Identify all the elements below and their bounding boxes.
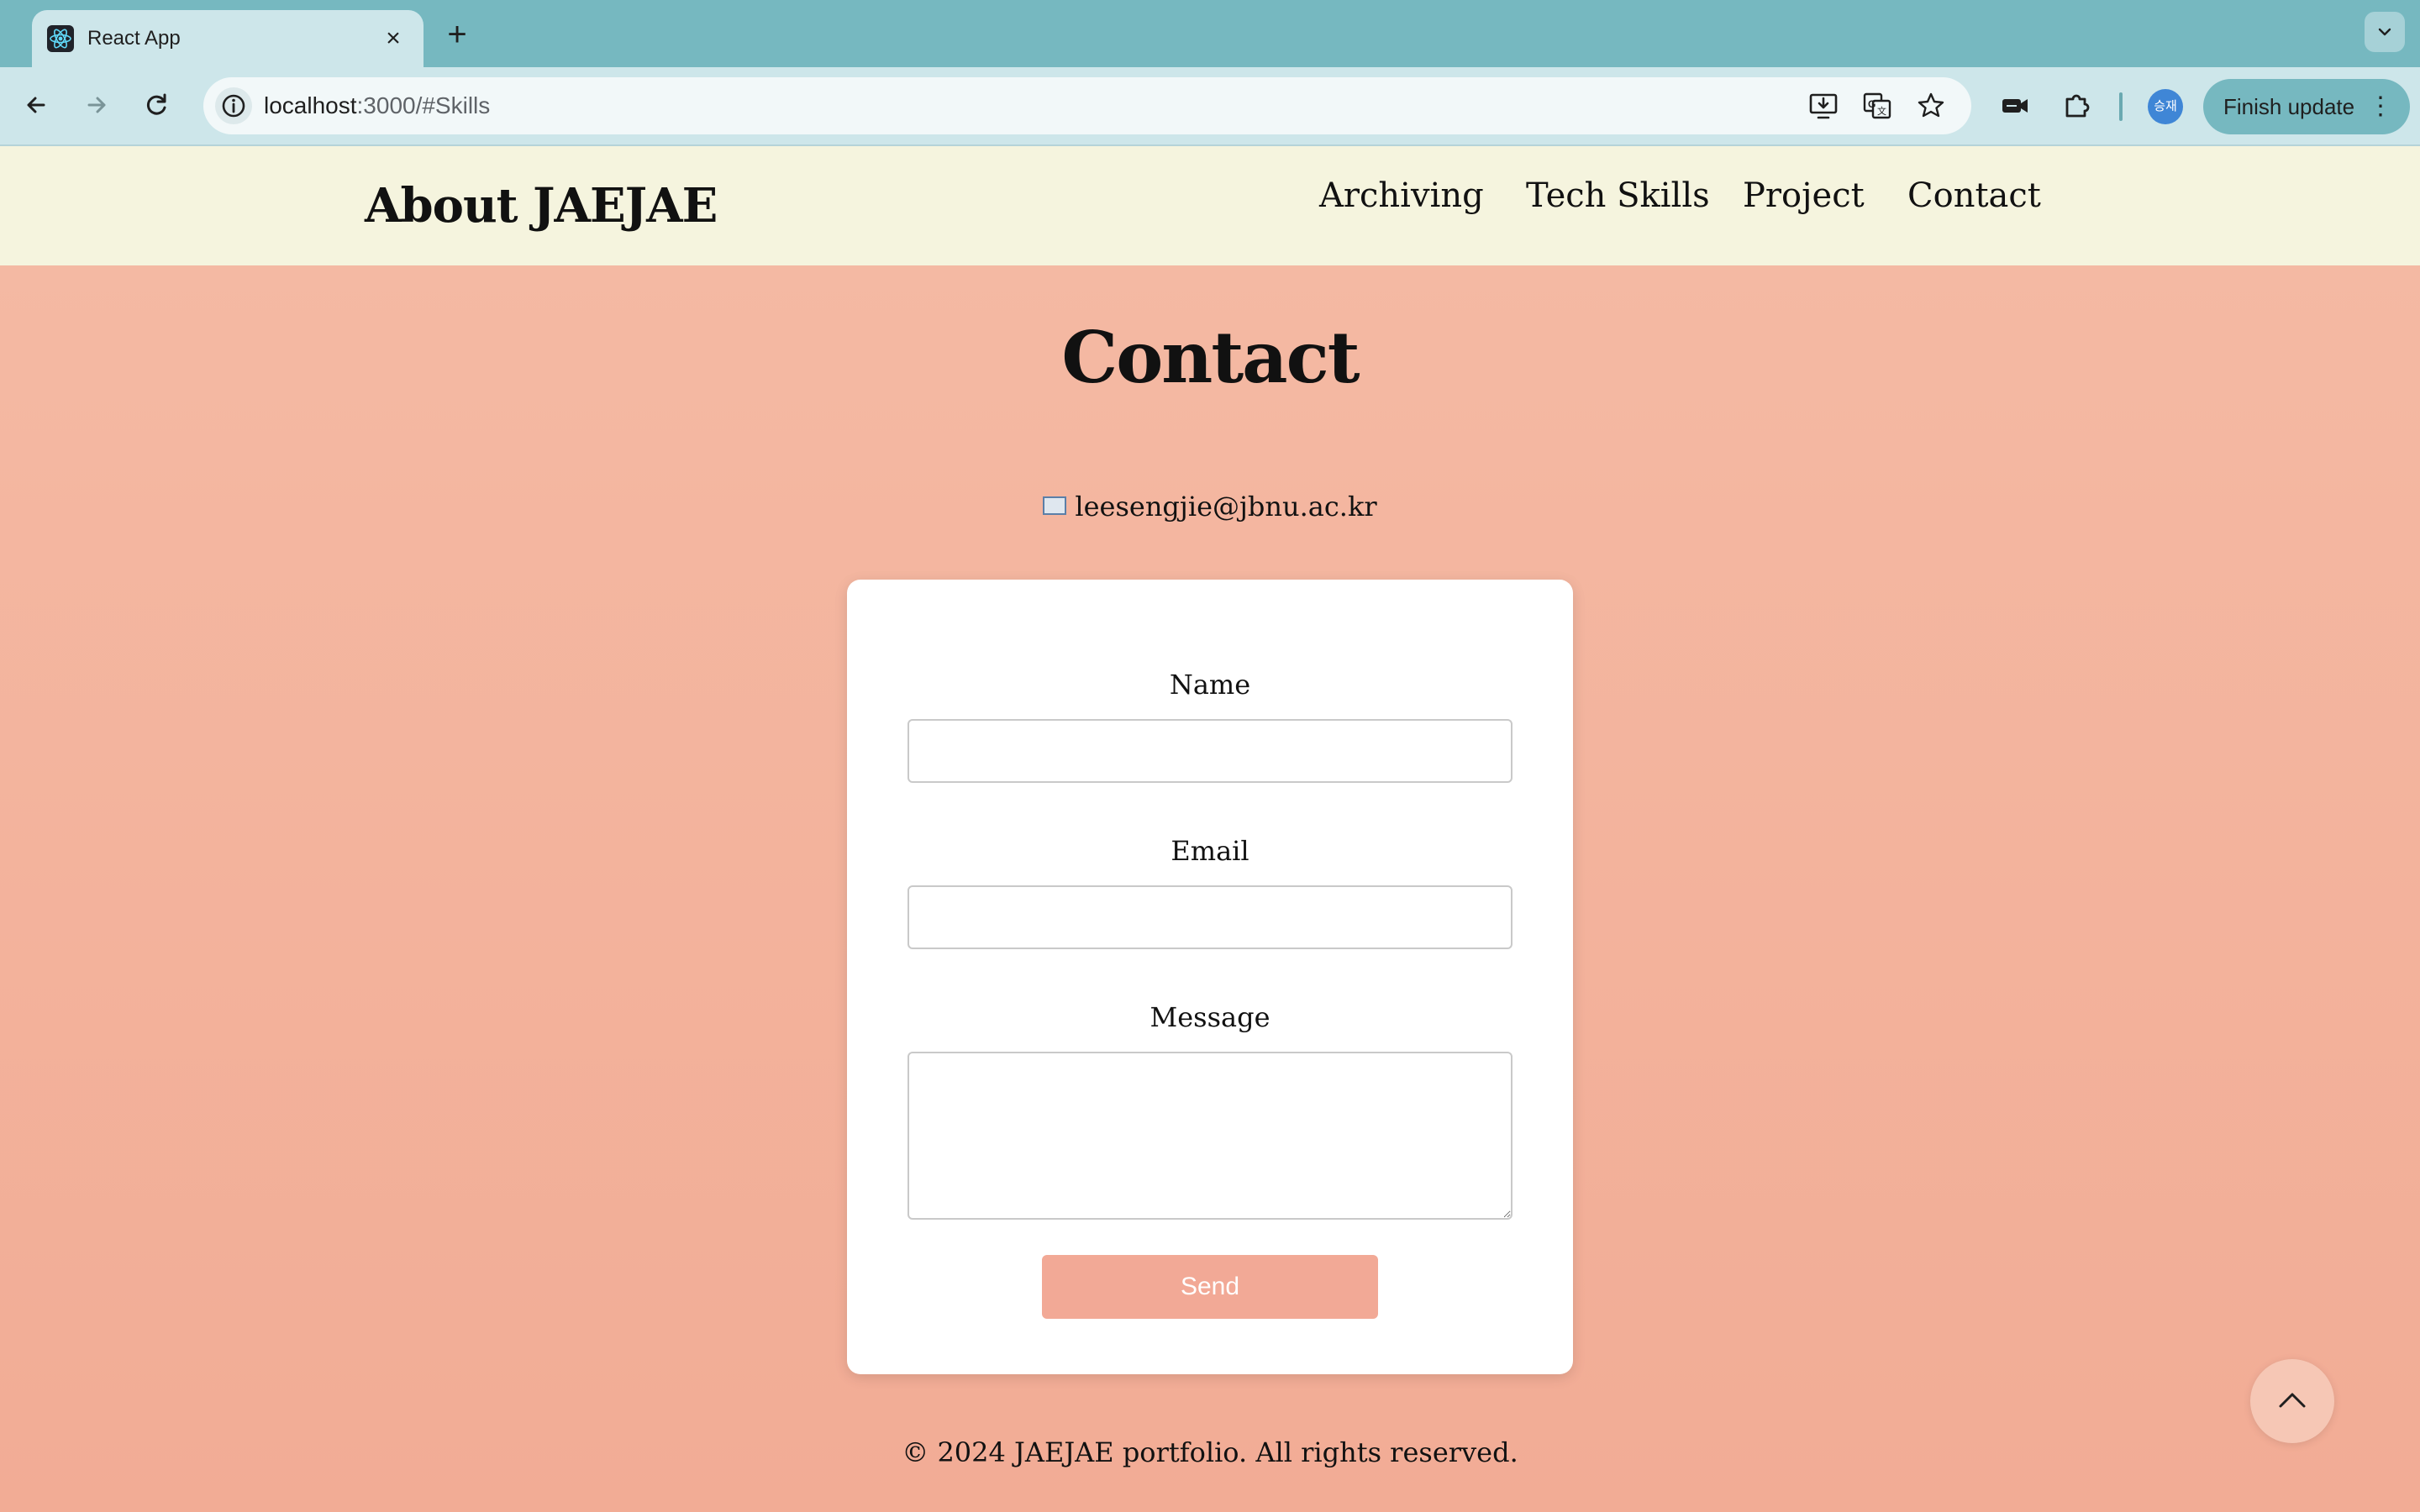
message-textarea[interactable] xyxy=(908,1052,1512,1220)
contact-section: Contact leesengjie@jbnu.ac.kr Name Email… xyxy=(0,265,2420,1512)
finish-update-button[interactable]: Finish update ⋮ xyxy=(2203,79,2410,134)
tab-title: React App xyxy=(87,27,181,50)
contact-form: Name Email Message Send xyxy=(847,580,1573,1374)
extensions-puzzle-icon xyxy=(2065,94,2090,118)
profile-avatar[interactable]: 승재 xyxy=(2148,89,2183,124)
install-app-button[interactable] xyxy=(1807,89,1840,123)
url-host: localhost xyxy=(264,92,357,118)
footer-copyright: © 2024 JAEJAE portfolio. All rights rese… xyxy=(902,1436,1518,1468)
nav-link-project[interactable]: Project xyxy=(1743,176,1865,215)
svg-text:G: G xyxy=(1868,98,1876,110)
site-info-icon xyxy=(222,94,245,118)
back-arrow-icon xyxy=(27,97,45,113)
forward-arrow-icon xyxy=(87,97,106,113)
url-text[interactable]: localhost:3000/#Skills xyxy=(264,77,490,134)
email-input[interactable] xyxy=(908,885,1512,949)
site-header: About JAEJAE Archiving Tech Skills Proje… xyxy=(0,146,2420,265)
forward-button[interactable] xyxy=(76,84,118,126)
video-camera-button[interactable] xyxy=(1996,87,2033,124)
back-button[interactable] xyxy=(15,84,57,126)
contact-email-line: leesengjie@jbnu.ac.kr xyxy=(0,491,2420,522)
site-info-button[interactable] xyxy=(215,87,252,124)
name-input[interactable] xyxy=(908,719,1512,783)
reload-icon xyxy=(146,93,166,115)
url-path: :3000/#Skills xyxy=(356,92,491,118)
scroll-to-top-button[interactable] xyxy=(2250,1359,2334,1443)
chevron-down-icon xyxy=(2378,28,2391,36)
bookmark-button[interactable] xyxy=(1914,89,1948,123)
browser-tabstrip: React App × + xyxy=(0,0,2420,67)
nav-link-contact[interactable]: Contact xyxy=(1907,176,2041,215)
react-favicon-icon xyxy=(47,25,74,52)
translate-button[interactable]: G 文 xyxy=(1860,89,1894,123)
send-button[interactable]: Send xyxy=(1042,1255,1378,1319)
message-label: Message xyxy=(1150,1001,1270,1033)
nav-link-archiving[interactable]: Archiving xyxy=(1319,176,1484,215)
browser-tab-active[interactable]: React App × xyxy=(32,10,424,67)
section-title: Contact xyxy=(1061,316,1360,399)
mail-icon xyxy=(1043,496,1067,515)
name-label: Name xyxy=(1169,669,1251,701)
toolbar-divider xyxy=(2119,92,2123,121)
extensions-button[interactable] xyxy=(2059,87,2096,124)
address-bar[interactable]: localhost:3000/#Skills G 文 xyxy=(203,77,1971,134)
contact-email: leesengjie@jbnu.ac.kr xyxy=(1075,491,1377,522)
tab-search-button[interactable] xyxy=(2365,12,2405,52)
video-camera-icon xyxy=(2002,99,2028,113)
finish-update-label: Finish update xyxy=(2223,94,2355,119)
site-logo[interactable]: About JAEJAE xyxy=(365,178,718,234)
email-label: Email xyxy=(1171,835,1249,867)
browser-menu-icon[interactable]: ⋮ xyxy=(2368,79,2393,134)
bookmark-star-icon xyxy=(1918,92,1944,118)
chevron-up-icon xyxy=(2279,1393,2306,1408)
translate-icon: G 文 xyxy=(1863,92,1891,119)
nav-link-tech-skills[interactable]: Tech Skills xyxy=(1526,176,1710,215)
reload-button[interactable] xyxy=(136,84,178,126)
new-tab-button[interactable]: + xyxy=(439,17,476,54)
install-app-icon xyxy=(1809,93,1838,119)
svg-text:文: 文 xyxy=(1877,105,1886,117)
tab-close-icon[interactable]: × xyxy=(376,22,410,55)
browser-toolbar: localhost:3000/#Skills G 文 승재 Finish upd… xyxy=(0,67,2420,146)
